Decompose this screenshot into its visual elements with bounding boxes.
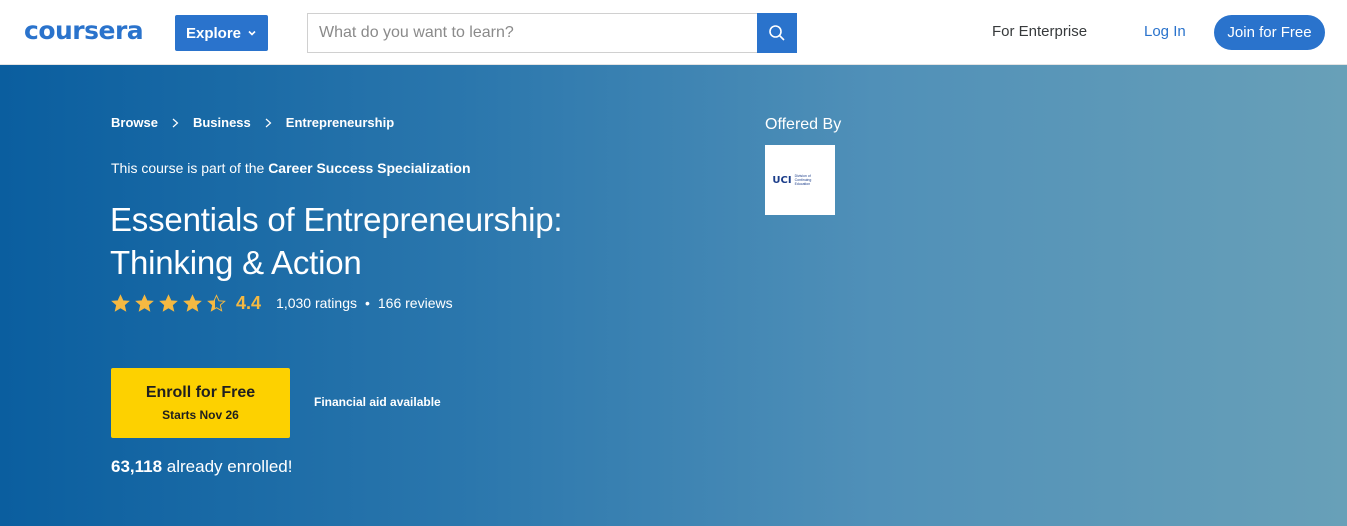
- star-rating: [111, 293, 226, 313]
- offered-by-label: Offered By: [765, 116, 842, 133]
- financial-aid-link[interactable]: Financial aid available: [314, 395, 441, 409]
- rating-value: 4.4: [236, 292, 262, 313]
- star-icon: [207, 293, 226, 312]
- explore-button[interactable]: Explore: [175, 15, 268, 51]
- chevron-down-icon: [248, 30, 256, 36]
- breadcrumb-entrepreneurship[interactable]: Entrepreneurship: [286, 115, 394, 130]
- partner-logo[interactable]: UCI Division of Continuing Education: [765, 145, 835, 215]
- specialization-note: This course is part of the Career Succes…: [111, 160, 471, 176]
- breadcrumb: Browse Business Entrepreneurship: [111, 115, 394, 130]
- separator-dot: •: [364, 295, 370, 311]
- star-icon: [111, 293, 130, 312]
- rating-row: 4.4 1,030 ratings • 166 reviews: [111, 291, 453, 315]
- enroll-label: Enroll for Free: [145, 384, 256, 401]
- enrolled-number: 63,118: [111, 457, 163, 476]
- enrollment-count: 63,118 already enrolled!: [111, 457, 292, 477]
- top-nav: coursera Explore For Enterprise Log In J…: [0, 0, 1347, 65]
- breadcrumb-business[interactable]: Business: [193, 115, 251, 130]
- search-icon: [769, 25, 785, 41]
- explore-label: Explore: [185, 24, 242, 42]
- enroll-button[interactable]: Enroll for Free Starts Nov 26: [111, 368, 290, 438]
- course-title-line1: Essentials of Entrepreneurship:: [110, 201, 563, 238]
- start-date: Starts Nov 26: [162, 408, 239, 422]
- search-input[interactable]: [307, 13, 758, 53]
- specialization-prefix: This course is part of the: [111, 160, 269, 176]
- course-title-line2: Thinking & Action: [110, 244, 362, 281]
- chevron-right-icon: [265, 118, 272, 128]
- login-link[interactable]: Log In: [1144, 23, 1186, 40]
- enrolled-suffix: already enrolled!: [162, 457, 293, 476]
- ratings-count[interactable]: 1,030 ratings: [276, 295, 357, 311]
- search-button[interactable]: [757, 13, 797, 53]
- star-icon: [135, 293, 154, 312]
- partner-abbr: UCI: [772, 174, 792, 186]
- reviews-count[interactable]: 166 reviews: [378, 295, 453, 311]
- breadcrumb-browse[interactable]: Browse: [111, 115, 158, 130]
- star-icon: [183, 293, 202, 312]
- course-title: Essentials of Entrepreneurship: Thinking…: [110, 198, 670, 284]
- course-hero-banner: Browse Business Entrepreneurship This co…: [0, 65, 1347, 526]
- coursera-logo[interactable]: coursera: [24, 14, 144, 48]
- join-for-free-button[interactable]: Join for Free: [1214, 15, 1325, 50]
- chevron-right-icon: [172, 118, 179, 128]
- for-enterprise-link[interactable]: For Enterprise: [992, 23, 1087, 40]
- specialization-link[interactable]: Career Success Specialization: [268, 160, 470, 176]
- partner-division: Division of Continuing Education: [794, 174, 812, 186]
- star-icon: [159, 293, 178, 312]
